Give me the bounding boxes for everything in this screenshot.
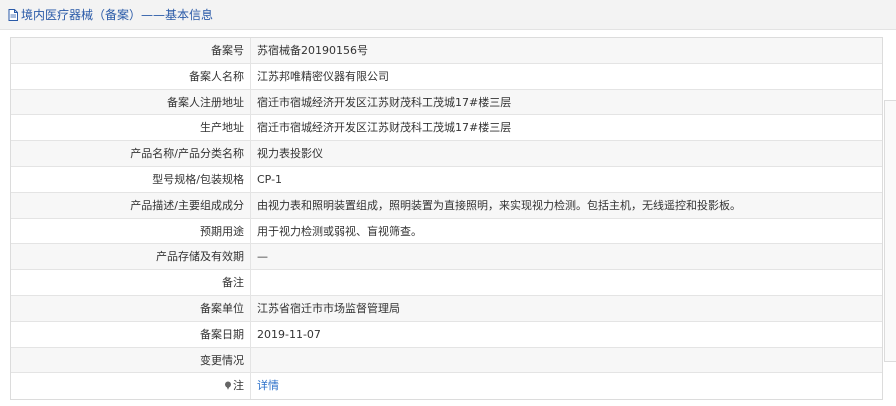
page-title-text: 境内医疗器械（备案）——基本信息 — [21, 8, 214, 22]
table-row: 备案日期 2019-11-07 — [11, 321, 882, 348]
table-row: 备案号 苏宿械备20190156号 — [11, 38, 882, 64]
table-row: 注 详情 — [11, 373, 882, 400]
row-value: 江苏省宿迁市市场监督管理局 — [257, 301, 400, 315]
row-label: 预期用途 — [11, 218, 251, 244]
note-label-text: 注 — [233, 379, 244, 393]
document-icon — [8, 8, 18, 21]
table-row: 备案人名称 江苏邦唯精密仪器有限公司 — [11, 63, 882, 90]
pin-icon — [224, 381, 232, 391]
row-value: 用于视力检测或弱视、盲视筛查。 — [257, 224, 422, 238]
table-row: 产品存储及有效期 — — [11, 244, 882, 271]
row-label: 注 — [11, 373, 251, 400]
basic-info-table: 备案号 苏宿械备20190156号 备案人名称 江苏邦唯精密仪器有限公司 备案人… — [10, 37, 883, 401]
row-value: — — [257, 250, 268, 264]
table-row: 备注 — [11, 270, 882, 296]
row-value: 由视力表和照明装置组成，照明装置为直接照明，来实现视力检测。包括主机，无线遥控和… — [257, 198, 741, 212]
table-row: 产品描述/主要组成成分 由视力表和照明装置组成，照明装置为直接照明，来实现视力检… — [11, 192, 882, 219]
table-row: 预期用途 用于视力检测或弱视、盲视筛查。 — [11, 218, 882, 245]
table-row: 备案单位 江苏省宿迁市市场监督管理局 — [11, 295, 882, 322]
row-value: CP-1 — [257, 172, 283, 186]
row-label: 产品名称/产品分类名称 — [11, 141, 251, 166]
row-value: 宿迁市宿城经济开发区江苏财茂科工茂城17#楼三层 — [257, 95, 512, 109]
row-label: 备案人名称 — [11, 63, 251, 89]
row-label: 变更情况 — [11, 347, 251, 373]
row-value: 苏宿械备20190156号 — [257, 44, 368, 57]
row-value — [251, 348, 882, 373]
row-label: 备案人注册地址 — [11, 89, 251, 115]
row-label: 备案单位 — [11, 295, 251, 321]
row-label: 备案号 — [11, 38, 251, 63]
row-value: 详情 — [251, 373, 882, 399]
table-row: 备案人注册地址 宿迁市宿城经济开发区江苏财茂科工茂城17#楼三层 — [11, 89, 882, 116]
row-label: 型号规格/包装规格 — [11, 166, 251, 192]
row-label: 产品描述/主要组成成分 — [11, 192, 251, 218]
row-label: 备案日期 — [11, 321, 251, 347]
row-label: 生产地址 — [11, 115, 251, 141]
table-row: 产品名称/产品分类名称 视力表投影仪 — [11, 141, 882, 167]
row-label: 备注 — [11, 270, 251, 295]
table-row: 生产地址 宿迁市宿城经济开发区江苏财茂科工茂城17#楼三层 — [11, 115, 882, 142]
row-value — [251, 270, 882, 295]
page-title: 境内医疗器械（备案）——基本信息 — [8, 6, 213, 23]
row-value: 视力表投影仪 — [257, 147, 323, 161]
table-row: 型号规格/包装规格 CP-1 — [11, 166, 882, 193]
details-link[interactable]: 详情 — [257, 379, 279, 392]
row-label: 产品存储及有效期 — [11, 244, 251, 270]
table-row: 变更情况 — [11, 347, 882, 374]
row-value: 2019-11-07 — [257, 327, 321, 341]
row-value: 宿迁市宿城经济开发区江苏财茂科工茂城17#楼三层 — [257, 121, 512, 135]
page-header: 境内医疗器械（备案）——基本信息 — [0, 0, 896, 30]
row-value: 江苏邦唯精密仪器有限公司 — [257, 69, 389, 83]
side-scroll-panel[interactable] — [884, 100, 896, 362]
